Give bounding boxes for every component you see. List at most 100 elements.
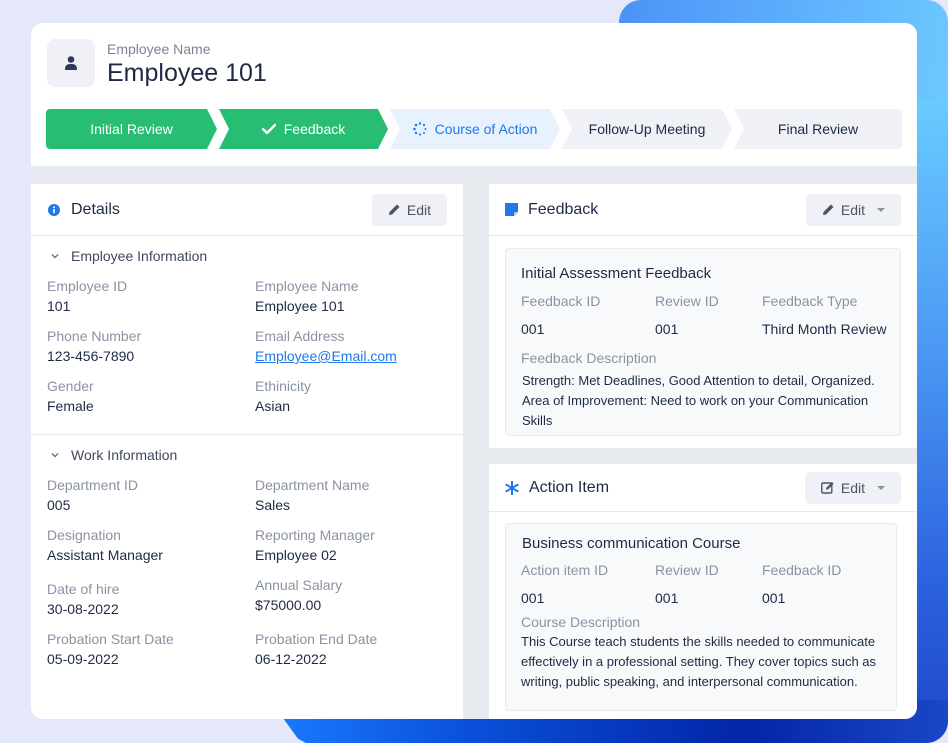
note-icon xyxy=(505,203,518,216)
edit-square-icon xyxy=(820,482,834,494)
field-phone-number: Phone Number 123-456-7890 xyxy=(47,326,255,366)
feedback-panel: Feedback Edit Initial Assessment Feedbac… xyxy=(489,184,917,448)
step-feedback[interactable]: Feedback xyxy=(219,109,388,149)
pencil-icon xyxy=(388,204,400,215)
field-label: Designation xyxy=(47,527,121,543)
edit-label: Edit xyxy=(840,479,865,496)
field-value: Assistant Manager xyxy=(47,547,163,563)
caret-down-icon xyxy=(877,207,885,212)
feedback-card: Initial Assessment Feedback Feedback ID … xyxy=(505,248,901,436)
field-label: Employee ID xyxy=(47,278,128,294)
user-icon xyxy=(65,56,77,70)
avatar xyxy=(47,39,95,87)
field-label: Ethinicity xyxy=(255,378,312,394)
step-label: Initial Review xyxy=(90,121,173,137)
review-id-label: Review ID xyxy=(655,293,719,309)
edit-label: Edit xyxy=(840,201,865,218)
employee-name-label: Employee Name xyxy=(107,41,211,57)
field-probation-start-date: Probation Start Date 05-09-2022 xyxy=(47,629,255,669)
field-reporting-manager: Reporting Manager Employee 02 xyxy=(255,525,455,565)
field-value: 30-08-2022 xyxy=(47,601,119,617)
field-value: Employee 02 xyxy=(255,547,337,563)
details-header: Details Edit xyxy=(31,184,463,236)
step-initial-review[interactable]: Initial Review xyxy=(46,109,217,149)
field-value: 06-12-2022 xyxy=(255,651,327,667)
field-employee-name: Employee Name Employee 101 xyxy=(255,276,455,316)
check-icon xyxy=(261,123,276,135)
feedback-id-label: Feedback ID xyxy=(762,562,842,578)
step-label: Final Review xyxy=(777,121,859,137)
review-id-value: 001 xyxy=(655,590,679,606)
details-edit-button[interactable]: Edit xyxy=(371,193,447,226)
step-final-review[interactable]: Final Review xyxy=(734,109,902,149)
action-item-title: Action Item xyxy=(529,478,610,496)
asterisk-icon xyxy=(505,480,519,495)
field-label: Probation End Date xyxy=(255,631,378,647)
pencil-icon xyxy=(822,204,834,215)
field-designation: Designation Assistant Manager xyxy=(47,525,255,565)
feedback-id-label: Feedback ID xyxy=(521,293,601,309)
feedback-edit-button[interactable]: Edit xyxy=(805,193,901,226)
feedback-type-value: Third Month Review xyxy=(762,321,887,337)
field-value: Sales xyxy=(255,497,291,513)
action-item-card-title: Business communication Course xyxy=(522,535,741,552)
field-label: Department Name xyxy=(255,477,370,493)
feedback-description-label: Feedback Description xyxy=(521,350,657,366)
field-department-id: Department ID 005 xyxy=(47,475,255,515)
field-value: 05-09-2022 xyxy=(47,651,119,667)
section-title: Work Information xyxy=(71,447,178,463)
field-value: $75000.00 xyxy=(255,597,322,613)
details-panel: Details Edit Employee Information Employ… xyxy=(31,184,463,719)
field-label: Gender xyxy=(47,378,94,394)
field-value: Employee 101 xyxy=(255,298,345,314)
step-follow-up-meeting[interactable]: Follow-Up Meeting xyxy=(562,109,732,149)
work-information-toggle[interactable]: Work Information xyxy=(31,435,463,475)
details-title: Details xyxy=(71,200,120,218)
field-value: Female xyxy=(47,398,94,414)
feedback-description-line: Area of Improvement: Need to work on you… xyxy=(522,393,869,428)
course-description-label: Course Description xyxy=(521,614,641,630)
field-label: Probation Start Date xyxy=(47,631,174,647)
field-gender: Gender Female xyxy=(47,376,255,416)
field-annual-salary: Annual Salary $75000.00 xyxy=(255,575,455,619)
employee-information-fields: Employee ID 101 Employee Name Employee 1… xyxy=(31,276,463,416)
employee-review-card: Employee Name Employee 101 Initial Revie… xyxy=(31,23,917,719)
action-item-id-value: 001 xyxy=(521,590,545,606)
step-label: Feedback xyxy=(283,121,346,137)
edit-label: Edit xyxy=(406,201,431,218)
spinner-icon xyxy=(412,122,427,136)
employee-header: Employee Name Employee 101 Initial Revie… xyxy=(31,23,917,166)
field-label: Phone Number xyxy=(47,328,142,344)
step-course-of-action[interactable]: Course of Action xyxy=(390,109,560,149)
field-value: 005 xyxy=(47,497,71,513)
field-department-name: Department Name Sales xyxy=(255,475,455,515)
field-probation-end-date: Probation End Date 06-12-2022 xyxy=(255,629,455,669)
step-label: Follow-Up Meeting xyxy=(588,121,706,137)
work-information-fields: Department ID 005 Department Name Sales … xyxy=(31,475,463,669)
chevron-down-icon xyxy=(51,453,59,458)
step-label: Course of Action xyxy=(434,121,538,137)
caret-down-icon xyxy=(877,485,885,490)
field-value: 101 xyxy=(47,298,71,314)
feedback-id-value: 001 xyxy=(521,321,545,337)
employee-information-toggle[interactable]: Employee Information xyxy=(31,236,463,276)
action-item-header: Action Item Edit xyxy=(489,464,917,512)
field-value: 123-456-7890 xyxy=(47,348,135,364)
feedback-description-line: Strength: Met Deadlines, Good Attention … xyxy=(522,373,875,388)
page-title: Employee 101 xyxy=(107,59,267,87)
field-date-of-hire: Date of hire 30-08-2022 xyxy=(47,575,255,619)
feedback-card-title: Initial Assessment Feedback xyxy=(521,265,712,282)
progress-stepper: Initial Review Feedback Course of Action… xyxy=(46,109,902,149)
field-email-address: Email Address Employee@Email.com xyxy=(255,326,455,366)
field-label: Department ID xyxy=(47,477,139,493)
section-title: Employee Information xyxy=(71,248,208,264)
action-item-edit-button[interactable]: Edit xyxy=(804,471,901,504)
feedback-title: Feedback xyxy=(528,200,599,218)
field-ethnicity: Ethinicity Asian xyxy=(255,376,455,416)
action-item-panel: Action Item Edit Business communication … xyxy=(489,464,917,719)
field-label: Employee Name xyxy=(255,278,359,294)
feedback-type-label: Feedback Type xyxy=(762,293,858,309)
review-id-value: 001 xyxy=(655,321,679,337)
feedback-header: Feedback Edit xyxy=(489,184,917,236)
email-link[interactable]: Employee@Email.com xyxy=(255,346,455,366)
